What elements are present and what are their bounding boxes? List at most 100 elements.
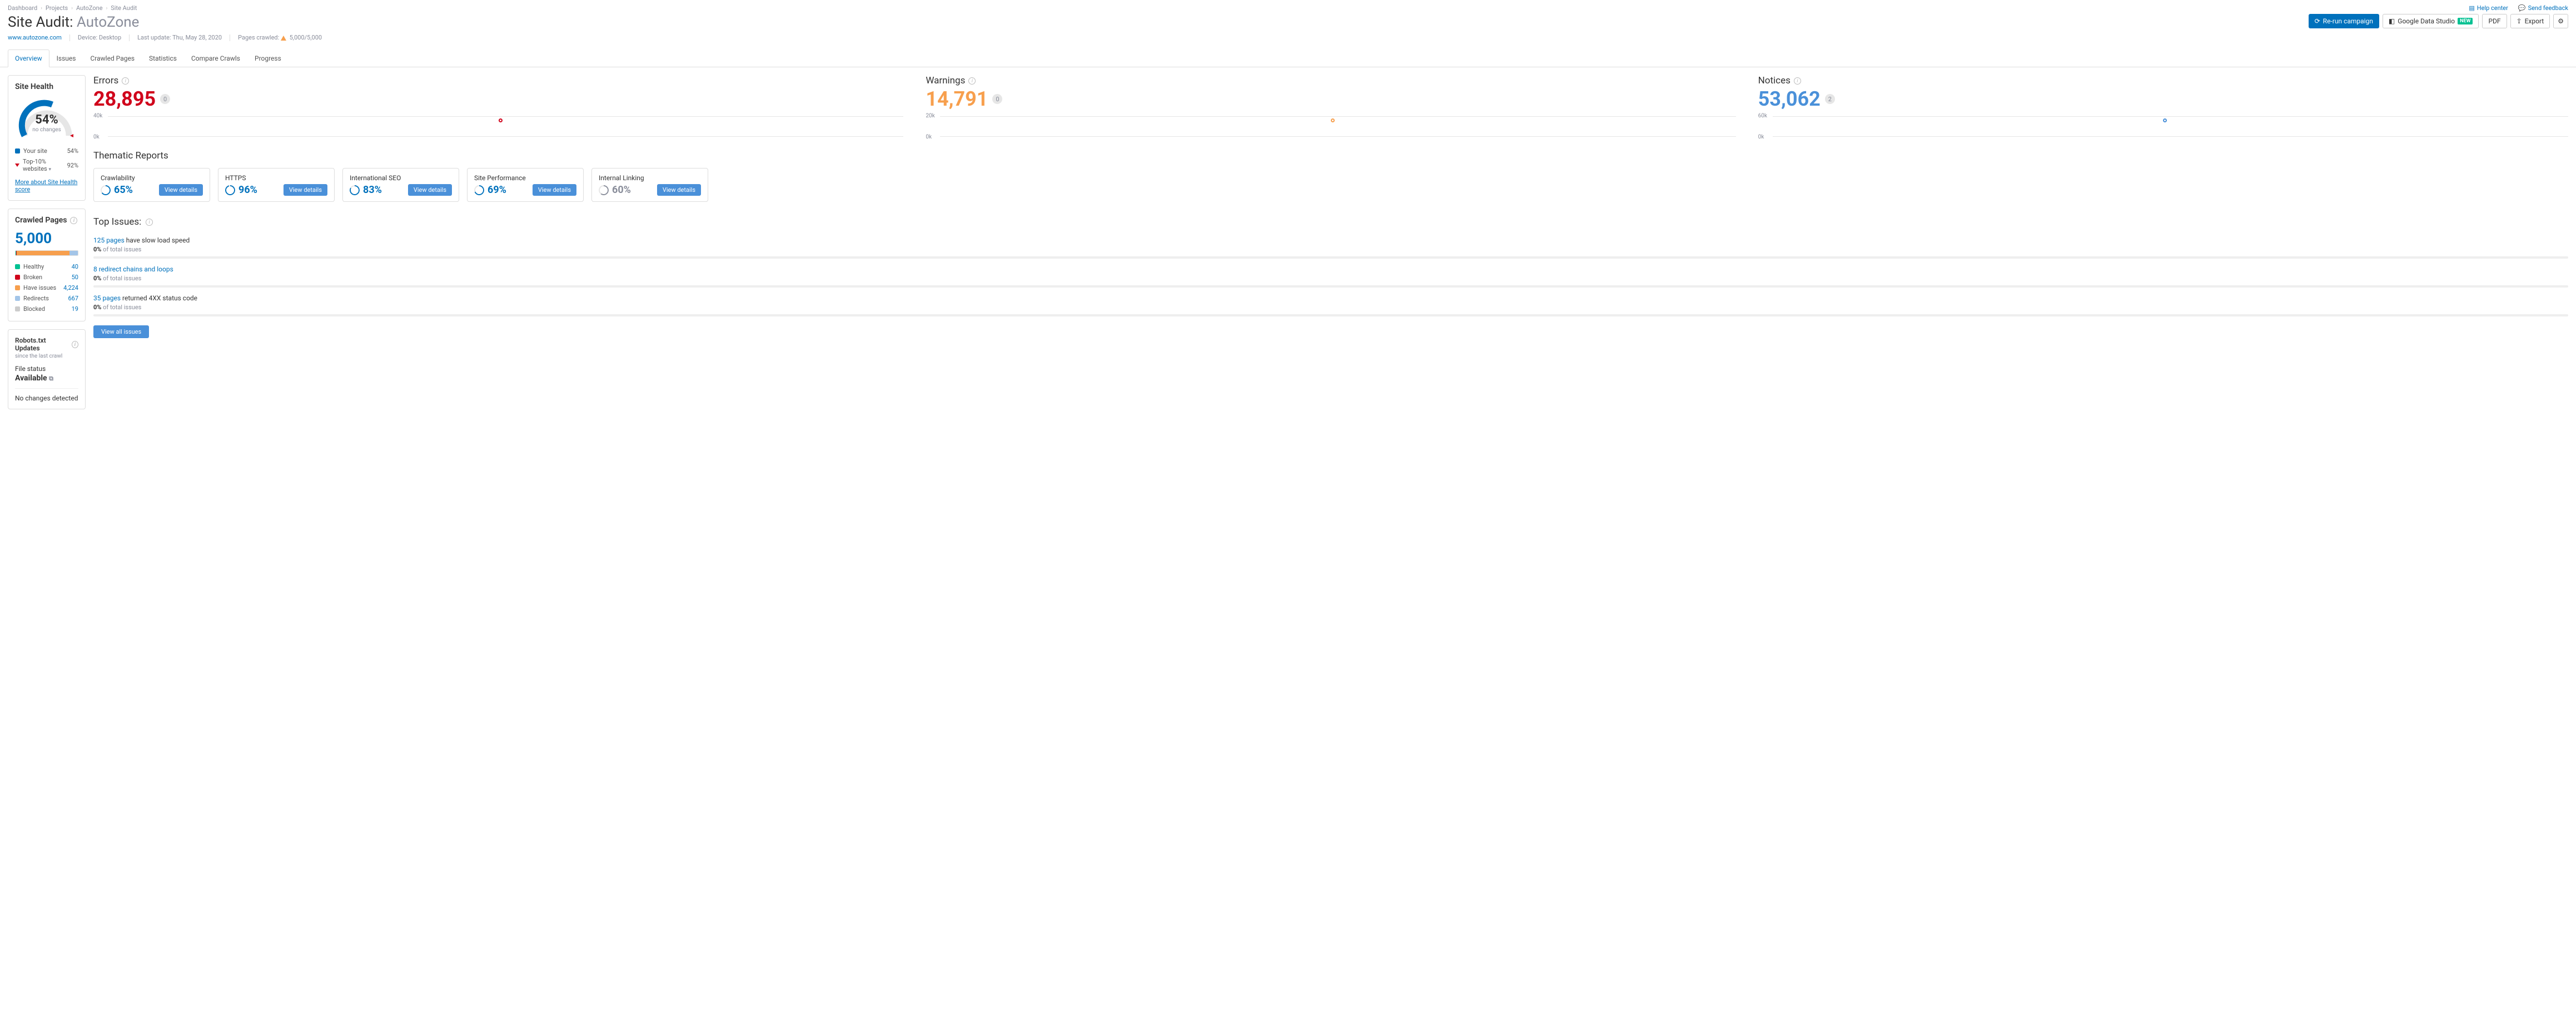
breadcrumb-current: Site Audit [111, 4, 137, 12]
issue-sub: 0% of total issues [93, 275, 2568, 282]
help-center-link[interactable]: ▤Help center [2469, 4, 2508, 12]
progress-ring-icon [101, 185, 111, 195]
mini-chart: 60k0k [1758, 114, 2568, 139]
issue-link[interactable]: 35 pages [93, 294, 121, 302]
legend-row[interactable]: Healthy40 [15, 261, 78, 272]
tab-compare-crawls[interactable]: Compare Crawls [184, 49, 247, 67]
view-details-button[interactable]: View details [408, 184, 452, 196]
site-health-more-link[interactable]: More about Site Health score [15, 179, 78, 193]
view-details-button[interactable]: View details [657, 184, 701, 196]
site-health-percent: 54% [32, 113, 61, 127]
info-icon[interactable]: i [122, 77, 129, 85]
robots-card: Robots.txt Updatesi since the last crawl… [8, 329, 86, 409]
crawled-pages-count[interactable]: 5,000 [15, 230, 78, 247]
tab-overview[interactable]: Overview [8, 49, 49, 67]
delta-badge: 2 [1825, 94, 1835, 104]
breadcrumb-projects[interactable]: Projects [46, 4, 68, 12]
tab-issues[interactable]: Issues [49, 49, 83, 67]
issue-item: 8 redirect chains and loops 0% of total i… [93, 262, 2568, 291]
site-health-title: Site Health [15, 82, 78, 91]
issue-link[interactable]: 125 pages [93, 236, 125, 244]
issue-item: 35 pages returned 4XX status code0% of t… [93, 291, 2568, 320]
legend-row[interactable]: Broken50 [15, 272, 78, 283]
legend-row[interactable]: Redirects667 [15, 293, 78, 304]
warning-icon [281, 36, 286, 41]
legend-row: Your site54% [15, 146, 78, 156]
metric-value[interactable]: 14,791 [926, 87, 988, 111]
progress-ring-icon [599, 185, 609, 195]
crawled-pages-title: Crawled Pages [15, 216, 67, 225]
chart-dot [1331, 118, 1335, 122]
chart-dot [499, 118, 503, 122]
thematic-card: HTTPS96%View details [218, 168, 335, 202]
external-link-icon[interactable]: ⧉ [49, 375, 53, 382]
tab-crawled-pages[interactable]: Crawled Pages [83, 49, 142, 67]
speech-icon: 💬 [2518, 4, 2526, 12]
settings-button[interactable]: ⚙ [2553, 14, 2568, 28]
file-status-value: Available ⧉ [15, 374, 78, 383]
progress-ring-icon [350, 185, 360, 195]
metric-value[interactable]: 28,895 [93, 87, 156, 111]
issue-bar [93, 314, 2568, 316]
metric-value[interactable]: 53,062 [1758, 87, 1821, 111]
send-feedback-link[interactable]: 💬Send feedback [2518, 4, 2568, 12]
pdf-button[interactable]: PDF [2482, 14, 2507, 28]
breadcrumb-project[interactable]: AutoZone [76, 4, 103, 12]
view-details-button[interactable]: View details [284, 184, 327, 196]
issue-sub: 0% of total issues [93, 304, 2568, 311]
tab-progress[interactable]: Progress [247, 49, 289, 67]
issue-bar [93, 285, 2568, 288]
domain-link[interactable]: www.autozone.com [8, 34, 62, 41]
view-all-issues-button[interactable]: View all issues [93, 325, 149, 338]
info-icon[interactable]: i [968, 77, 976, 85]
legend-swatch [15, 148, 20, 154]
issue-item: 125 pages have slow load speed0% of tota… [93, 233, 2568, 262]
tab-statistics[interactable]: Statistics [142, 49, 184, 67]
delta-badge: 0 [992, 94, 1002, 104]
rerun-campaign-button[interactable]: ⟳Re-run campaign [2309, 14, 2379, 28]
delta-badge: 0 [160, 94, 170, 104]
chevron-down-icon[interactable]: ▾ [48, 167, 51, 172]
metric-errors: Errorsi28,895040k0k [93, 75, 903, 139]
view-details-button[interactable]: View details [533, 184, 576, 196]
info-icon[interactable]: i [1794, 77, 1801, 85]
top-issues-title: Top Issues: [93, 216, 141, 227]
site-health-sub: no changes [32, 127, 61, 133]
thematic-name: HTTPS [225, 174, 327, 182]
issue-link[interactable]: 8 redirect chains and loops [93, 265, 173, 273]
legend-swatch [15, 285, 20, 290]
thematic-name: Internal Linking [599, 174, 701, 182]
metric-warnings: Warningsi14,791020k0k [926, 75, 1735, 139]
chart-dot [2163, 118, 2167, 122]
thematic-card: Crawlability65%View details [93, 168, 210, 202]
breadcrumb-dashboard[interactable]: Dashboard [8, 4, 37, 12]
page-title: Site Audit: AutoZone [8, 14, 139, 31]
gear-icon: ⚙ [2558, 17, 2564, 25]
gds-icon: ◧ [2389, 17, 2395, 25]
info-icon[interactable]: i [146, 219, 153, 226]
legend-row[interactable]: Blocked19 [15, 304, 78, 314]
refresh-icon: ⟳ [2315, 17, 2320, 25]
thematic-name: International SEO [350, 174, 452, 182]
tabs: Overview Issues Crawled Pages Statistics… [0, 49, 2576, 67]
google-data-studio-button[interactable]: ◧Google Data StudioNEW [2383, 14, 2479, 28]
thematic-title: Thematic Reports [93, 150, 2568, 161]
export-button[interactable]: ⇪Export [2510, 14, 2550, 28]
legend-row: Top-10% websites ▾92% [15, 156, 78, 174]
site-health-card: Site Health 54% no changes Your site54%T… [8, 75, 86, 201]
robots-title: Robots.txt Updates [15, 336, 68, 352]
info-icon[interactable]: i [72, 341, 78, 348]
issue-bar [93, 256, 2568, 259]
mini-chart: 20k0k [926, 114, 1735, 139]
info-icon[interactable]: i [70, 217, 77, 224]
breadcrumb: Dashboard› Projects› AutoZone› Site Audi… [8, 4, 137, 12]
upload-icon: ⇪ [2517, 17, 2522, 25]
legend-swatch [15, 296, 20, 301]
thematic-card: Internal Linking60%View details [591, 168, 708, 202]
view-details-button[interactable]: View details [159, 184, 203, 196]
legend-row[interactable]: Have issues4,224 [15, 283, 78, 293]
thematic-card: International SEO83%View details [342, 168, 459, 202]
legend-swatch [15, 275, 20, 280]
book-icon: ▤ [2469, 4, 2474, 12]
thematic-name: Site Performance [474, 174, 576, 182]
